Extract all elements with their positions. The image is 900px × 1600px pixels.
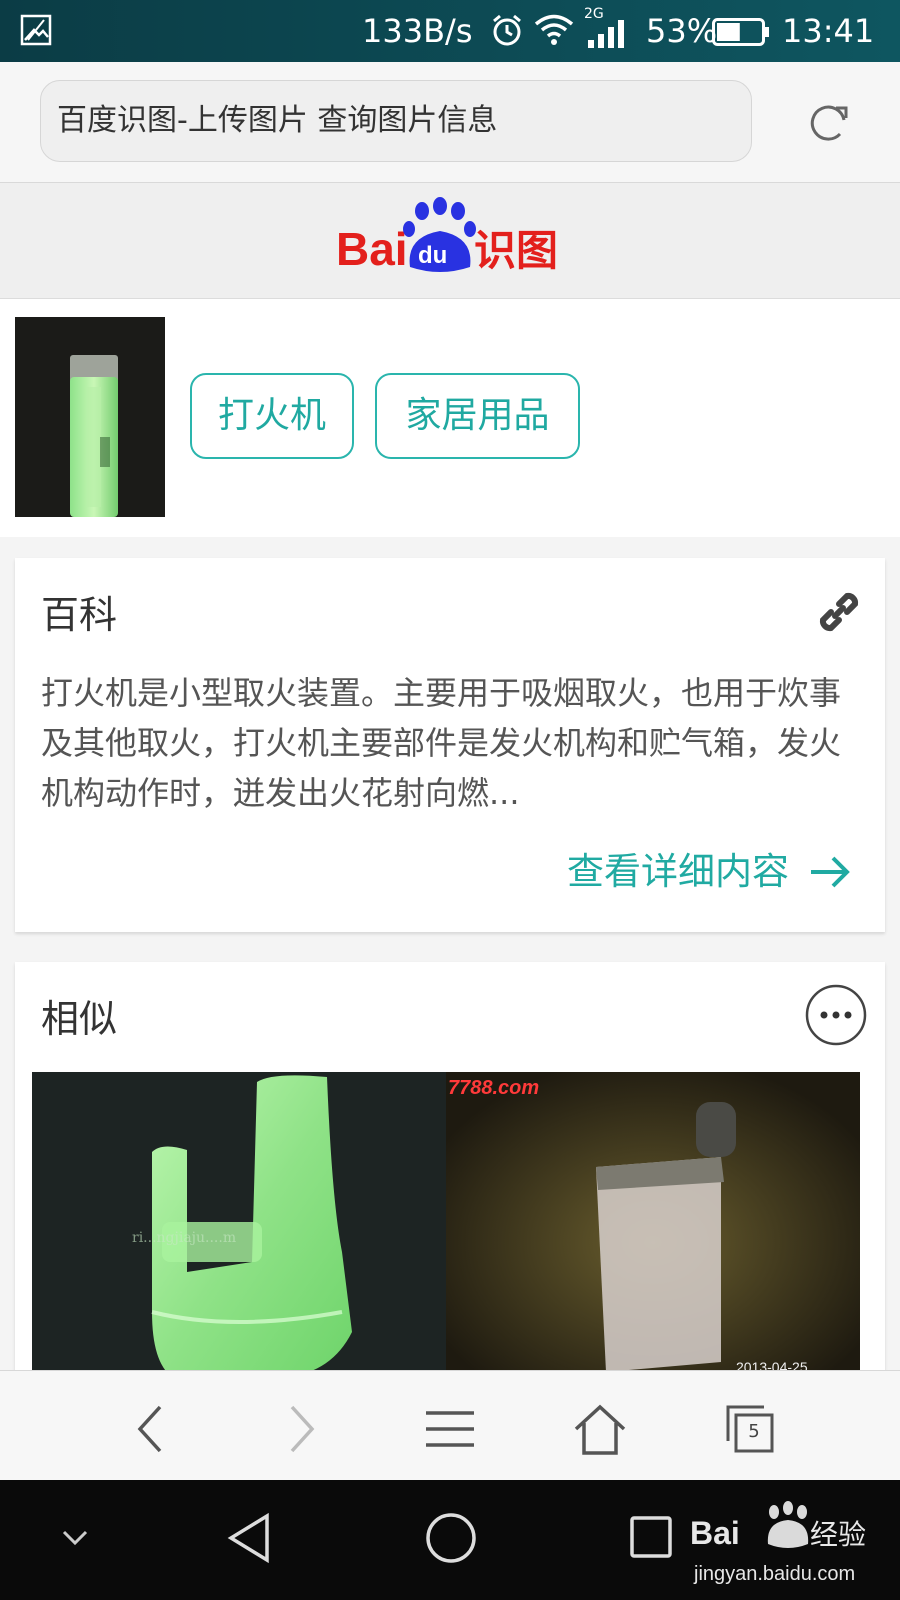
link-icon[interactable] <box>813 586 865 638</box>
network-speed: 133B/s <box>362 12 473 50</box>
watermark-text-2: 7788.com <box>448 1077 539 1099</box>
menu-icon[interactable] <box>420 1401 480 1457</box>
svg-text:经验: 经验 <box>810 1518 866 1551</box>
alarm-icon <box>490 13 524 47</box>
baidu-shitu-logo[interactable]: Bai du 识图 <box>336 197 566 287</box>
tab-count: 5 <box>748 1421 760 1442</box>
wifi-icon <box>534 14 574 46</box>
baike-title: 百科 <box>41 593 118 637</box>
svg-text:Bai: Bai <box>690 1515 740 1551</box>
watermark-url: jingyan.baidu.com <box>693 1563 855 1585</box>
view-details-label: 查看详细内容 <box>567 850 789 893</box>
browser-address-bar: 百度识图-上传图片 查询图片信息 <box>0 62 900 183</box>
view-details-link[interactable]: 查看详细内容 <box>567 848 851 896</box>
page-header: Bai du 识图 <box>0 183 900 299</box>
query-image-thumbnail[interactable] <box>15 317 165 517</box>
arrow-right-icon <box>809 854 851 890</box>
clock: 13:41 <box>782 12 875 50</box>
baidu-jingyan-watermark: Bai 经验 jingyan.baidu.com <box>690 1500 890 1590</box>
browser-nav-bar: 5 <box>0 1370 900 1481</box>
battery-percent: 53% <box>646 12 718 50</box>
similar-image-1[interactable]: ri...ngjiaju....m <box>32 1072 446 1382</box>
tag-household[interactable]: 家居用品 <box>375 373 580 459</box>
status-bar: 133B/s 2G 53% 13:41 <box>0 0 900 62</box>
system-back-icon[interactable] <box>225 1510 275 1566</box>
more-options-icon[interactable] <box>805 984 867 1046</box>
similar-card: 相似 ri...ngjiaju....m 7788.com 2013-04-25 <box>15 962 885 1382</box>
similar-title: 相似 <box>41 997 118 1041</box>
baike-summary: 打火机是小型取火装置。主要用于吸烟取火，也用于炊事及其他取火，打火机主要部件是发… <box>41 674 842 812</box>
watermark-text-1: ri...ngjiaju....m <box>132 1230 236 1246</box>
forward-icon[interactable] <box>270 1401 330 1457</box>
svg-text:du: du <box>418 242 447 269</box>
svg-text:Bai: Bai <box>336 223 408 275</box>
baike-card: 百科 打火机是小型取火装置。主要用于吸烟取火，也用于炊事及其他取火，打火机主要部… <box>15 558 885 932</box>
tag-lighter[interactable]: 打火机 <box>190 373 354 459</box>
svg-text:识图: 识图 <box>474 226 558 275</box>
query-result: 打火机 家居用品 <box>0 299 900 537</box>
back-icon[interactable] <box>122 1401 182 1457</box>
reload-icon[interactable] <box>806 100 852 146</box>
battery-icon <box>712 18 770 46</box>
home-icon[interactable] <box>570 1401 630 1457</box>
system-home-icon[interactable] <box>423 1510 479 1566</box>
image-notification-icon <box>20 14 52 46</box>
url-field[interactable]: 百度识图-上传图片 查询图片信息 <box>40 80 752 162</box>
tabs-icon[interactable]: 5 <box>720 1401 780 1457</box>
similar-image-2[interactable]: 7788.com 2013-04-25 <box>446 1072 860 1382</box>
signal-icon <box>586 20 626 48</box>
chevron-down-icon[interactable] <box>60 1528 90 1548</box>
system-recents-icon[interactable] <box>628 1514 674 1560</box>
